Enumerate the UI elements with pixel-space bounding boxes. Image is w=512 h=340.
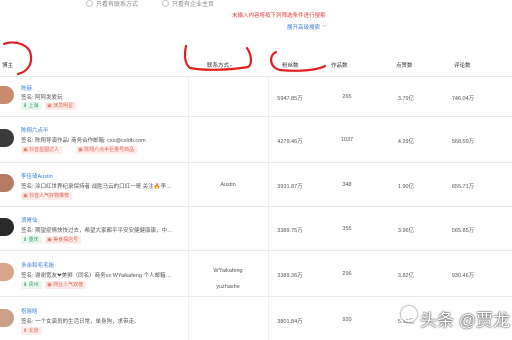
tag-label: 抖音星图达人 bbox=[29, 147, 60, 153]
tag-label: 北京 bbox=[28, 328, 39, 334]
followers-value: 3801.84万 bbox=[277, 319, 303, 325]
comments-value: 930.46万 bbox=[451, 273, 475, 279]
column-likes-label: 点赞数 bbox=[396, 63, 413, 69]
tag-label: 陈翔六点半巨量号商品 bbox=[84, 147, 135, 153]
followers-value: 3931.87万 bbox=[277, 184, 303, 190]
category-tag: ▣ 演员明星 bbox=[45, 102, 77, 110]
column-comments[interactable]: 评论数 bbox=[454, 61, 471, 69]
tag-label: 美食探店号 bbox=[53, 237, 79, 243]
avatar[interactable] bbox=[0, 263, 14, 281]
column-contact-label: 联系方式 bbox=[207, 63, 230, 69]
table-row[interactable]: 陈赫 签名: 阿阿发爱玩 ⬇ 上海 ▣ 演员明星 5947.85万 265 3.… bbox=[0, 77, 512, 117]
contact-value[interactable]: WYaikafeng yuzhashe bbox=[200, 263, 256, 295]
filter-area: 只看有联系方式 只看有企业主页 未输入内容将按下列筛选条件进行搜索 展开高级搜索… bbox=[0, 0, 512, 50]
works-value: 296 bbox=[342, 271, 352, 277]
avatar[interactable] bbox=[0, 129, 14, 147]
tag-label: 重庆 bbox=[28, 237, 39, 243]
watermark: 头条 @贾龙 bbox=[420, 311, 510, 330]
tag-label: 抖音人气好物推荐 bbox=[29, 193, 70, 199]
blogger-signature: 签名: 期望疫情快快过去，希望大家都平平安安健健康康，中… bbox=[21, 228, 173, 234]
tag-label: 贵州 bbox=[28, 282, 39, 288]
advanced-search-label: 展开高级搜索 bbox=[287, 25, 321, 31]
contact-filter-label[interactable]: 只看有联系方式 bbox=[96, 0, 138, 8]
comments-value: 565.85万 bbox=[451, 228, 475, 234]
column-works-label: 作品数 bbox=[331, 63, 348, 69]
works-value: 265 bbox=[342, 94, 352, 100]
watermark-logo-icon bbox=[401, 306, 417, 322]
chevron-down-icon: ﹀ bbox=[322, 25, 328, 31]
likes-value: 4.29亿 bbox=[397, 139, 415, 145]
contact-filter-checkbox[interactable] bbox=[86, 0, 93, 7]
blogger-name[interactable]: 多余和毛毛姐 bbox=[21, 261, 54, 269]
avatar[interactable] bbox=[0, 174, 14, 192]
table-row[interactable]: 陈翔六点半 签名: 陈翔导演作品! 商务合作邮箱: cxx@cxldb.com … bbox=[0, 117, 512, 163]
category-tag: ▣ 抖音星图达人 bbox=[21, 146, 63, 154]
likes-value: 3.79亿 bbox=[397, 96, 415, 102]
avatar[interactable] bbox=[0, 309, 14, 327]
avatar[interactable] bbox=[0, 218, 14, 236]
column-likes[interactable]: 点赞数 bbox=[396, 61, 413, 69]
followers-value: 4279.46万 bbox=[277, 139, 303, 145]
blogger-name[interactable]: 陈赫 bbox=[21, 84, 32, 92]
category-tag: ▣ 商业人气双榜 bbox=[45, 281, 87, 289]
location-tag: ⬇ 重庆 bbox=[21, 236, 42, 244]
followers-value: 5947.85万 bbox=[277, 96, 303, 102]
column-followers-label: 粉丝数 bbox=[282, 63, 299, 69]
blogger-signature: 签名: 一个女演员的生活日常，单身狗，求带走。 bbox=[21, 319, 140, 325]
likes-value: 3.96亿 bbox=[397, 228, 415, 234]
location-tag: ⬇ 上海 bbox=[21, 102, 42, 110]
blogger-signature: 签名: 阿阿发爱玩 bbox=[21, 95, 63, 101]
blogger-name[interactable]: 李佳琦Austin bbox=[21, 172, 53, 180]
category-tag: ▣ 美食探店号 bbox=[45, 236, 82, 244]
column-followers[interactable]: 粉丝数 bbox=[282, 61, 299, 69]
avatar[interactable] bbox=[0, 86, 14, 104]
homepage-filter-label[interactable]: 只看有企业主页 bbox=[172, 0, 214, 8]
location-tag: ⬇ 贵州 bbox=[21, 281, 42, 289]
search-hint: 未输入内容将按下列筛选条件进行搜索 bbox=[232, 13, 326, 19]
table-row[interactable]: 李佳琦Austin 签名: 涂口红世界纪录保持者 战胜马云的口红一哥 关注🔥李…… bbox=[0, 163, 512, 207]
sort-icon: ▾ bbox=[230, 63, 233, 68]
table-row[interactable]: 浪胃仙 签名: 期望疫情快快过去，希望大家都平平安安健健康康，中… ⬇ 重庆 ▣… bbox=[0, 207, 512, 251]
works-value: 355 bbox=[342, 226, 352, 232]
comments-value: 655.71万 bbox=[451, 184, 475, 190]
comments-value: 746.04万 bbox=[451, 96, 475, 102]
works-value: 1037 bbox=[340, 137, 354, 143]
tag-label: 演员明星 bbox=[53, 103, 74, 109]
column-contact[interactable]: 联系方式▾ bbox=[207, 61, 232, 69]
likes-value: 3.82亿 bbox=[397, 273, 415, 279]
table-row[interactable]: 多余和毛毛姐 签名: 谢谢宽友❤美狮（同名）商务vx:WYaikafeng 个人… bbox=[0, 251, 512, 297]
blogger-signature: 签名: 谢谢宽友❤美狮（同名）商务vx:WYaikafeng 个人邮箱… bbox=[21, 273, 171, 279]
blogger-name[interactable]: 陈翔六点半 bbox=[21, 126, 49, 134]
column-comments-label: 评论数 bbox=[454, 63, 471, 69]
category-tag: ▣ 抖音人气好物推荐 bbox=[21, 192, 73, 200]
blogger-name[interactable]: 浪胃仙 bbox=[21, 216, 38, 224]
followers-value: 3389.36万 bbox=[277, 273, 303, 279]
comments-value: 568.59万 bbox=[451, 139, 475, 145]
blogger-signature: 签名: 陈翔导演作品! 商务合作邮箱: cxx@cxldb.com bbox=[21, 138, 146, 144]
advanced-search-toggle[interactable]: 展开高级搜索 ﹀ bbox=[287, 23, 327, 31]
contact-value[interactable]: Austin bbox=[208, 182, 248, 188]
table-header: 博主 联系方式▾ 粉丝数 作品数 点赞数 评论数 bbox=[0, 52, 512, 77]
column-blogger: 博主 bbox=[2, 63, 14, 69]
works-value: 920 bbox=[342, 317, 352, 323]
category-tag: ▣ 陈翔六点半巨量号商品 bbox=[76, 146, 138, 154]
column-works[interactable]: 作品数 bbox=[331, 61, 348, 69]
followers-value: 3389.75万 bbox=[277, 228, 303, 234]
tag-label: 商业人气双榜 bbox=[53, 282, 84, 288]
works-value: 348 bbox=[342, 182, 352, 188]
tag-label: 上海 bbox=[28, 103, 39, 109]
location-tag: ⬇ 北京 bbox=[21, 327, 42, 335]
blogger-signature: 签名: 涂口红世界纪录保持者 战胜马云的口红一哥 关注🔥李… bbox=[21, 184, 172, 190]
homepage-filter-checkbox[interactable] bbox=[162, 0, 169, 7]
blogger-name[interactable]: 祝晓晗 bbox=[21, 307, 38, 315]
likes-value: 1.90亿 bbox=[397, 184, 415, 190]
